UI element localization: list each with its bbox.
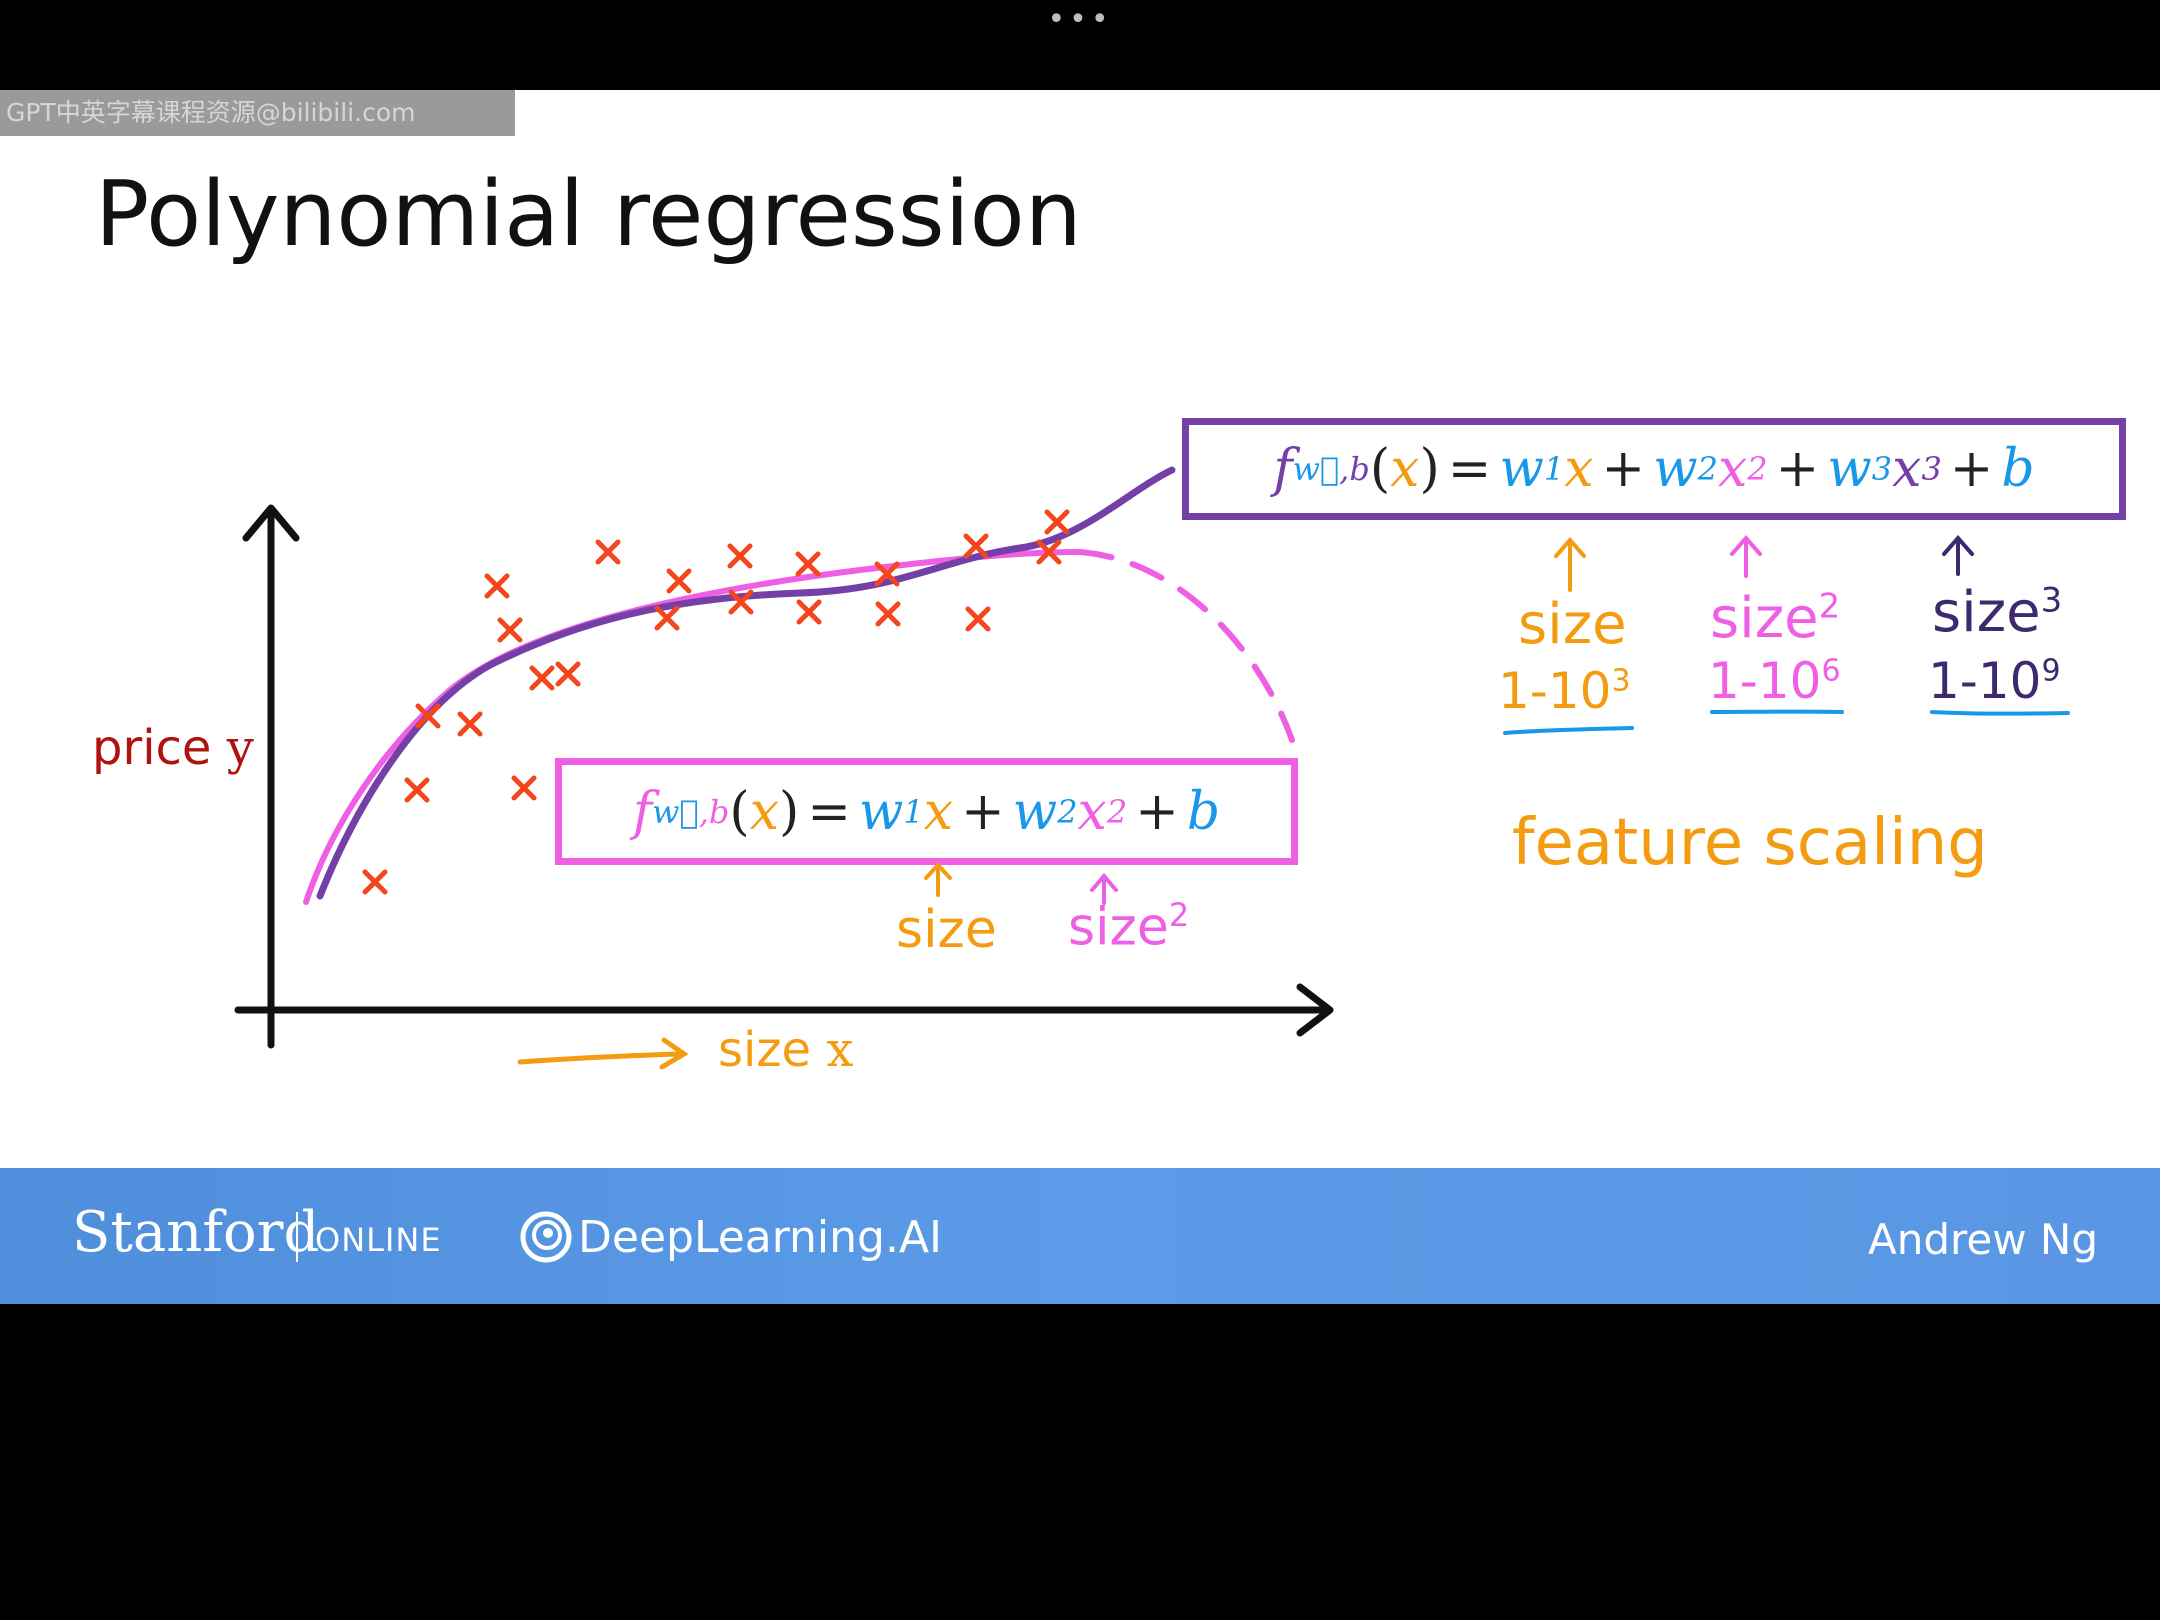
annotation-range-1-exp: 3: [1611, 663, 1631, 699]
annotation-range-3-exp: 9: [2041, 653, 2061, 689]
annotation-quad-size-squared-base: size: [1068, 897, 1169, 958]
annotation-range-3-base: 1-10: [1928, 652, 2042, 710]
annotation-size-squared-base: size: [1710, 586, 1819, 651]
annotation-quad-size-squared-exp: 2: [1168, 896, 1190, 934]
logo-divider: [296, 1212, 298, 1262]
annotation-size-squared: size2: [1710, 586, 1840, 651]
annotation-quad-size-squared: size2: [1068, 896, 1189, 957]
annotation-size-cubed: size3: [1932, 580, 2062, 645]
annotation-range-1: 1-103: [1498, 662, 1631, 720]
annotation-size: size: [1518, 592, 1627, 657]
annotation-quad-size: size: [896, 900, 997, 960]
annotation-range-1-base: 1-10: [1498, 662, 1612, 720]
annotation-range-2-base: 1-10: [1708, 652, 1822, 710]
deeplearning-ai-logo-icon: [520, 1211, 572, 1263]
annotation-range-2: 1-106: [1708, 652, 1841, 710]
course-footer: Stanford ONLINE DeepLearning.AI Andrew N…: [0, 1168, 2160, 1304]
deeplearning-ai-label: DeepLearning.AI: [578, 1212, 943, 1263]
annotation-size-cubed-base: size: [1932, 580, 2041, 645]
annotation-range-3: 1-109: [1928, 652, 2061, 710]
author-name: Andrew Ng: [1868, 1215, 2098, 1264]
online-label: ONLINE: [315, 1221, 442, 1259]
annotation-range-2-exp: 6: [1821, 653, 1841, 689]
annotation-size-squared-exp: 2: [1818, 586, 1841, 627]
player-bottom-bar: [0, 1304, 2160, 1620]
stanford-logo: Stanford: [72, 1200, 320, 1265]
annotation-feature-scaling: feature scaling: [1512, 806, 1988, 880]
annotation-size-cubed-exp: 3: [2040, 580, 2063, 621]
